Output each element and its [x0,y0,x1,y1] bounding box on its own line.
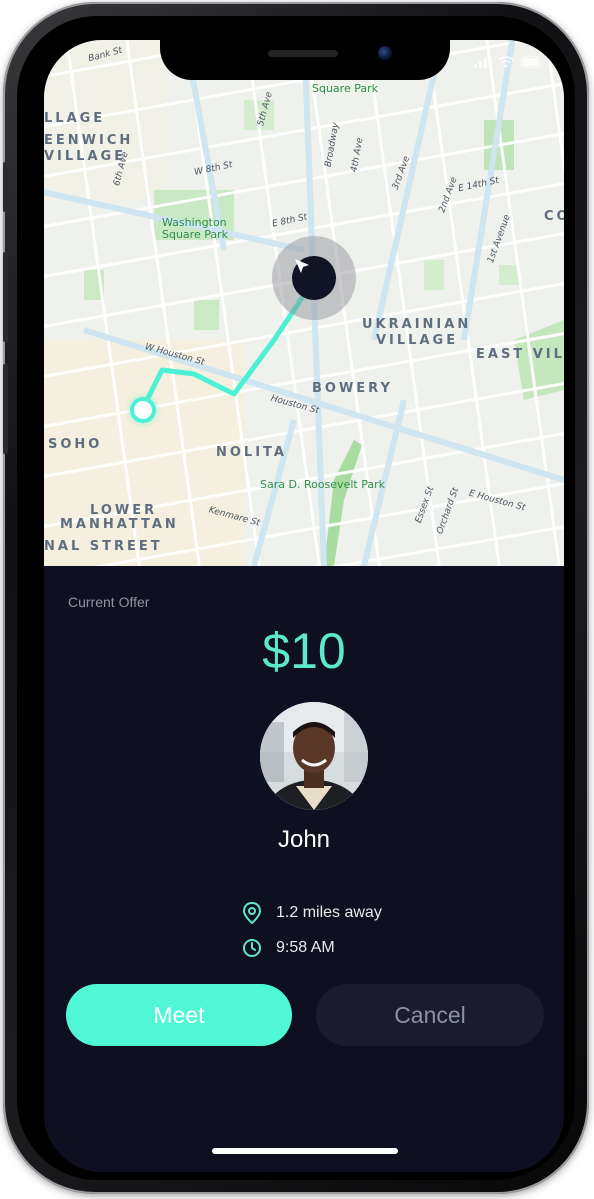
front-camera [378,46,392,60]
map-label-canal-street: NAL STREET [44,539,163,554]
map-label-union-square-park: Square Park [312,82,378,95]
volume-up-button [3,252,8,342]
distance-text: 1.2 miles away [276,904,382,921]
time-text: 9:58 AM [276,939,335,956]
map-label-ukrainian: UKRAINIAN [362,317,472,332]
driver-photo [260,702,368,810]
time-row: 9:58 AM [242,938,335,958]
offer-label: Current Offer [68,594,150,610]
map-label-east-village: EAST VIL [476,347,564,362]
map-label-ukrainian-village: VILLAGE [376,333,459,348]
map-label-washington-square-park: Square Park [162,228,228,241]
map-label-nolita: NOLITA [216,445,287,460]
driver-name: John [277,826,331,853]
volume-down-button [3,364,8,454]
clock-icon [243,939,261,957]
avatar [260,702,368,810]
offer-price: $10 [262,623,346,679]
map-label-sara-roosevelt-park: Sara D. Roosevelt Park [260,478,385,491]
map-label-soho: SOHO [48,437,103,452]
mute-switch [3,162,8,212]
signal-icon [474,56,492,68]
map-label-greenwich: EENWICH [44,133,134,148]
map-label-manhattan: MANHATTAN [60,517,179,532]
home-indicator[interactable] [212,1148,398,1154]
wifi-icon [498,56,514,68]
map-label-bowery: BOWERY [312,381,393,396]
map-label-co: CO [544,209,564,224]
speaker-grille [268,50,338,57]
offer-panel: Current Offer $10 John 1.2 miles away 9:… [44,566,564,1172]
distance-row: 1.2 miles away [242,902,382,924]
cancel-button[interactable]: Cancel [316,984,544,1046]
battery-icon [520,56,544,68]
navigation-arrow-icon [292,256,336,300]
map-view[interactable]: LLAGE EENWICH VILLAGE UKRAINIAN VILLAGE … [44,40,564,566]
location-pin-icon [242,902,262,924]
location-dot-icon [130,397,156,423]
map-label-village-2: VILLAGE [44,149,127,164]
current-location-marker[interactable] [272,236,356,320]
meet-button[interactable]: Meet [66,984,292,1046]
phone-notch [160,40,450,80]
screen: LLAGE EENWICH VILLAGE UKRAINIAN VILLAGE … [44,40,564,1172]
map-label-village: LLAGE [44,111,106,126]
status-bar-icons [474,56,544,68]
